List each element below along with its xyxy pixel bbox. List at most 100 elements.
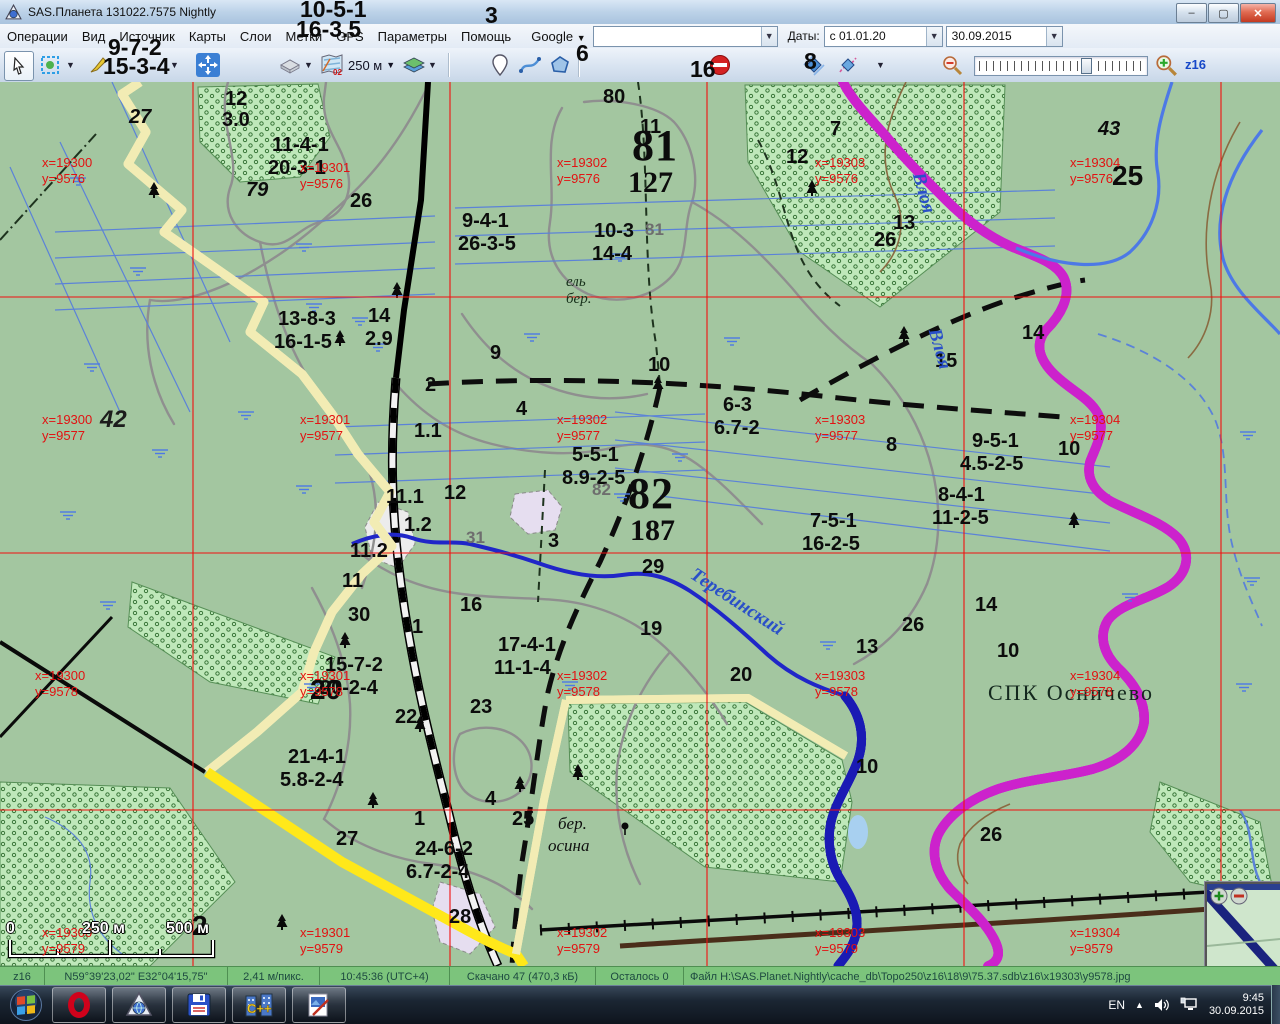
- magnifier-minus-icon: [941, 54, 963, 76]
- move-arrows-icon: [196, 53, 220, 77]
- status-remaining: Осталось 0: [596, 967, 684, 986]
- add-placemark-button[interactable]: [486, 51, 514, 79]
- gps-track-button[interactable]: [834, 51, 862, 79]
- mini-map[interactable]: [1205, 882, 1280, 966]
- taskbar-app-opera[interactable]: [52, 987, 106, 1023]
- dates-label: Даты:: [788, 29, 820, 43]
- floppy-icon: [186, 992, 212, 1018]
- status-downloaded: Скачано 47 (470,3 кБ): [450, 967, 596, 986]
- minimize-button[interactable]: –: [1176, 3, 1207, 23]
- system-tray: EN ▲ 9:45 30.09.2015: [1108, 985, 1270, 1024]
- toolbar-separator: [448, 53, 450, 77]
- polyline-icon: [519, 56, 541, 74]
- taskbar-app-image-editor[interactable]: [292, 987, 346, 1023]
- terebinsky-stream: [352, 535, 845, 696]
- date-from-select[interactable]: с 01.01.20▼: [824, 26, 943, 47]
- cpp-builder-icon: C++: [244, 992, 274, 1018]
- network-icon[interactable]: [1180, 997, 1197, 1012]
- menu-item-8[interactable]: Параметры: [371, 26, 454, 47]
- taskbar-clock[interactable]: 9:45 30.09.2015: [1209, 992, 1264, 1018]
- date-to-select[interactable]: 30.09.2015▼: [946, 26, 1063, 47]
- status-coordinates: N59°39'23,02" E32°04'15,75": [45, 967, 228, 986]
- menu-bar: ОперацииВидИсточникКартыСлоиМеткиGPSПара…: [0, 24, 1280, 48]
- layers-button[interactable]: [400, 51, 428, 79]
- young-forest-areas: [0, 84, 1275, 966]
- map-overdraw-label: 16: [690, 56, 716, 83]
- add-polygon-button[interactable]: [546, 51, 574, 79]
- map-overdraw-label: 15-3-4: [103, 53, 169, 80]
- zoom-level-label: z16: [1185, 57, 1206, 72]
- full-extent-button[interactable]: [194, 51, 222, 79]
- gps-track-icon: [837, 54, 859, 76]
- layers-icon: [402, 55, 426, 75]
- taskbar-app-save-tool[interactable]: [172, 987, 226, 1023]
- add-path-button[interactable]: [516, 51, 544, 79]
- taskbar: C++ EN ▲ 9:45 30.09.2015: [0, 985, 1280, 1024]
- status-file-path: Файл H:\SAS.Planet.Nightly\cache_db\Topo…: [684, 967, 1280, 986]
- river-pool: [848, 815, 868, 849]
- opera-icon: [68, 992, 90, 1018]
- scale-select[interactable]: 250 м▼: [348, 54, 395, 76]
- zoom-slider-thumb[interactable]: [1081, 58, 1092, 74]
- menu-item-2[interactable]: Вид: [75, 26, 113, 47]
- maximize-button[interactable]: ▢: [1208, 3, 1239, 23]
- map-overdraw-label: 3: [485, 2, 498, 29]
- chevron-down-icon[interactable]: ▼: [66, 60, 75, 70]
- status-time: 10:45:36 (UTC+4): [320, 967, 450, 986]
- chevron-down-icon[interactable]: ▼: [304, 60, 313, 70]
- map-source-button[interactable]: 02: [318, 51, 346, 79]
- zoom-selection-tool-button[interactable]: [36, 51, 64, 79]
- show-desktop-button[interactable]: [1271, 985, 1280, 1024]
- chevron-down-icon[interactable]: ▼: [1046, 27, 1062, 46]
- chevron-down-icon[interactable]: ▼: [170, 60, 179, 70]
- chevron-down-icon[interactable]: ▼: [876, 60, 885, 70]
- hidden-icons-chevron[interactable]: ▲: [1135, 1000, 1144, 1010]
- chevron-down-icon[interactable]: ▼: [926, 27, 942, 46]
- menu-item-4[interactable]: Карты: [182, 26, 233, 47]
- zoom-in-button[interactable]: [1152, 51, 1180, 79]
- cache-mode-button[interactable]: [276, 51, 304, 79]
- placemark-icon: [492, 54, 508, 76]
- polygon-icon: [549, 55, 571, 75]
- chevron-down-icon[interactable]: ▼: [428, 60, 437, 70]
- volume-icon[interactable]: [1154, 998, 1170, 1012]
- chevron-down-icon[interactable]: ▼: [761, 27, 777, 46]
- search-input[interactable]: ▼: [593, 26, 778, 47]
- box-icon: [279, 56, 301, 74]
- close-button[interactable]: ✕: [1240, 3, 1276, 23]
- taskbar-app-cpp-builder[interactable]: C++: [232, 987, 286, 1023]
- status-bar: z16 N59°39'23,02" E32°04'15,75" 2,41 м/п…: [0, 966, 1280, 986]
- topo-map-canvas[interactable]: [0, 82, 1280, 966]
- menu-item-5[interactable]: Слои: [233, 26, 279, 47]
- menu-item-1[interactable]: Операции: [0, 26, 75, 47]
- zoom-slider-ticks: [979, 61, 1143, 71]
- status-zoom: z16: [0, 967, 45, 986]
- window-title: SAS.Планета 131022.7575 Nightly: [28, 5, 216, 19]
- pointer-tool-button[interactable]: [4, 51, 34, 81]
- menu-items: ОперацииВидИсточникКартыСлоиМеткиGPSПара…: [0, 26, 518, 47]
- start-button[interactable]: [6, 987, 46, 1023]
- map-viewport[interactable]: 8112782187123.0801112711-4-120-3-1277926…: [0, 82, 1280, 966]
- map-icon: 02: [320, 53, 344, 77]
- river-branches: [1016, 82, 1280, 334]
- scale-bar-label: 500 м: [166, 920, 209, 938]
- magnifier-plus-icon: [1154, 53, 1178, 77]
- selection-rect-icon: [40, 55, 60, 75]
- image-editor-icon: [306, 992, 332, 1018]
- marsh-symbols: [60, 178, 1260, 691]
- status-resolution: 2,41 м/пикс.: [228, 967, 320, 986]
- scale-bar-label: 250 м: [82, 920, 125, 938]
- map-overdraw-label: 16-3.5: [296, 16, 361, 43]
- map-overdraw-label: 6: [576, 40, 589, 67]
- zoom-slider[interactable]: [974, 56, 1148, 76]
- taskbar-app-sas-planet[interactable]: [112, 987, 166, 1023]
- language-indicator[interactable]: EN: [1108, 998, 1125, 1012]
- title-bar[interactable]: SAS.Планета 131022.7575 Nightly – ▢ ✕: [0, 0, 1280, 25]
- toolbar: ▼ ▼ ▼: [0, 48, 1280, 83]
- map-overdraw-label: 8: [804, 48, 817, 75]
- tree-symbols: [149, 180, 1080, 930]
- svg-text:C++: C++: [247, 1001, 272, 1016]
- sas-planet-icon: [125, 991, 153, 1019]
- zoom-out-button[interactable]: [938, 51, 966, 79]
- app-window: SAS.Планета 131022.7575 Nightly – ▢ ✕ Оп…: [0, 0, 1280, 1024]
